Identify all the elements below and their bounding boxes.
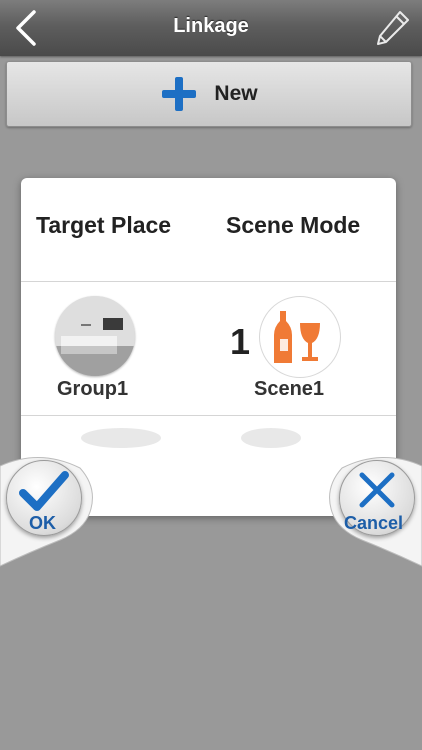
scene-label: Scene1 xyxy=(254,378,325,400)
edit-button[interactable] xyxy=(370,6,414,50)
page-title: Linkage xyxy=(173,15,249,37)
wine-bottle-icon xyxy=(274,311,320,363)
plus-icon xyxy=(162,77,197,111)
divider xyxy=(21,281,396,282)
pencil-icon xyxy=(377,11,409,45)
ok-label: OK xyxy=(29,513,56,533)
cancel-button-area: Cancel xyxy=(327,448,422,578)
room-image-icon xyxy=(55,296,135,376)
list-item xyxy=(241,428,301,448)
group-thumbnail[interactable] xyxy=(55,296,135,376)
ok-button[interactable]: OK xyxy=(6,460,82,536)
target-place-label: Group1 xyxy=(57,378,129,400)
column-header-scene-mode: Scene Mode xyxy=(226,212,361,238)
scene-thumbnail[interactable] xyxy=(259,296,341,378)
new-button-label: New xyxy=(214,82,258,105)
new-linkage-button[interactable]: New xyxy=(6,61,412,127)
top-bar: Linkage xyxy=(0,0,422,56)
ok-button-area: OK xyxy=(0,448,95,578)
column-header-target-place: Target Place xyxy=(36,212,172,238)
scene-number: 1 xyxy=(230,321,251,362)
cancel-label: Cancel xyxy=(344,513,404,533)
list-item xyxy=(81,428,161,448)
divider xyxy=(21,415,396,416)
cancel-button[interactable]: Cancel xyxy=(339,460,415,536)
